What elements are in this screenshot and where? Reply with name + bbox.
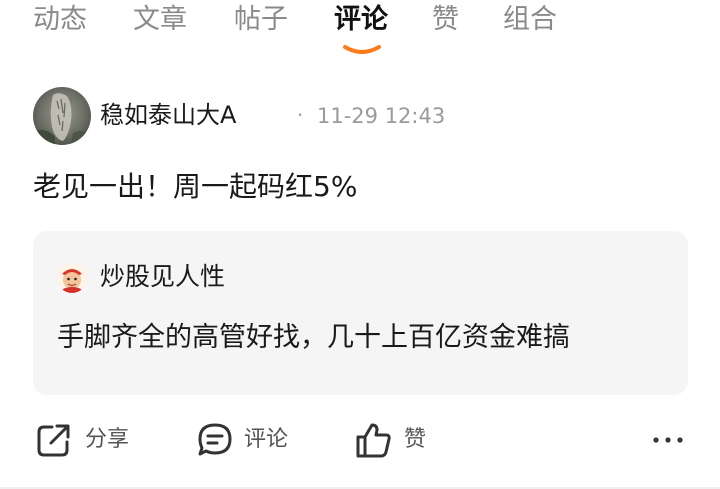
tab-comments[interactable]: 评论: [334, 2, 388, 38]
quoted-post-card[interactable]: 炒股见人性 手脚齐全的高管好找，几十上百亿资金难搞: [33, 231, 688, 395]
post-header: 稳如泰山大A · 11-29 12:43: [33, 87, 693, 147]
comment-label: 评论: [244, 427, 289, 452]
tab-articles[interactable]: 文章: [133, 2, 187, 38]
share-label: 分享: [85, 427, 130, 452]
tab-posts[interactable]: 帖子: [234, 2, 288, 38]
quote-text: 手脚齐全的高管好找，几十上百亿资金难搞: [57, 322, 570, 353]
thumbs-up-icon: [356, 423, 391, 458]
post-timestamp: 11-29 12:43: [317, 104, 446, 128]
tab-bar: 动态 文章 帖子 评论 赞 组合: [0, 0, 720, 64]
quote-author-avatar: [57, 263, 87, 293]
quote-author-name[interactable]: 炒股见人性: [100, 260, 225, 294]
like-label: 赞: [404, 427, 427, 452]
post-content: 老见一出！周一起码红5%: [33, 170, 358, 203]
tab-dynamics[interactable]: 动态: [33, 2, 87, 38]
author-name[interactable]: 稳如泰山大A: [100, 99, 236, 131]
share-icon: [37, 424, 70, 457]
comment-icon: [198, 423, 232, 456]
comment-button[interactable]: 评论: [196, 421, 306, 461]
separator-dot: ·: [297, 103, 304, 127]
active-tab-indicator: [343, 45, 381, 54]
share-button[interactable]: 分享: [35, 421, 145, 461]
more-icon[interactable]: [650, 428, 686, 452]
avatar[interactable]: [33, 87, 91, 145]
tab-likes[interactable]: 赞: [432, 2, 459, 38]
like-button[interactable]: 赞: [355, 421, 445, 461]
tab-portfolios[interactable]: 组合: [503, 2, 557, 38]
